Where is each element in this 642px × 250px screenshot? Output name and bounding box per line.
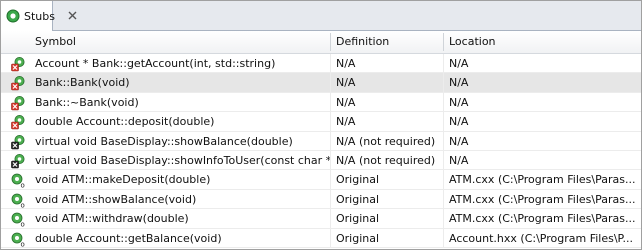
svg-text:o: o — [21, 221, 25, 228]
location-cell: Account.hxx (C:\Program Files\P... — [449, 231, 633, 245]
view-tab-bar: Stubs — [1, 1, 641, 31]
tab-label: Stubs — [24, 9, 55, 23]
column-gridline — [443, 189, 444, 209]
definition-cell: N/A — [336, 95, 356, 109]
definition-cell: Original — [336, 173, 380, 187]
stubs-table: Symbol Definition Location Account * Ban… — [1, 31, 641, 248]
table-row[interactable]: o void ATM::makeDeposit(double) Original AT… — [1, 170, 641, 190]
column-gridline — [443, 54, 444, 73]
symbol-cell: void ATM::makeDeposit(double) — [35, 173, 211, 187]
table-body: Account * Bank::getAccount(int, std::str… — [1, 54, 641, 248]
table-row[interactable]: Bank::Bank(void) N/A N/A — [1, 73, 641, 93]
symbol-cell: double Account::getBalance(void) — [35, 231, 222, 245]
symbol-cell: Account * Bank::getAccount(int, std::str… — [35, 57, 276, 70]
table-row[interactable]: virtual void BaseDisplay::showBalance(do… — [1, 131, 641, 151]
table-row[interactable]: o void ATM::showBalance(void) Original ATM.… — [1, 189, 641, 209]
symbol-cell: virtual void BaseDisplay::showInfoToUser… — [35, 153, 331, 167]
column-gridline — [330, 112, 331, 131]
location-cell: N/A — [449, 115, 469, 129]
stub-missing-icon — [10, 95, 26, 111]
table-header: Symbol Definition Location — [1, 31, 641, 54]
column-gridline — [330, 170, 331, 189]
tab-stubs[interactable]: Stubs — [1, 1, 55, 31]
column-gridline — [443, 209, 444, 228]
location-cell: N/A — [449, 57, 469, 70]
definition-cell: Original — [336, 212, 380, 226]
column-gridline — [330, 54, 331, 73]
symbol-cell: virtual void BaseDisplay::showBalance(do… — [35, 134, 293, 148]
svg-text:o: o — [21, 182, 25, 189]
location-cell: N/A — [449, 95, 469, 109]
column-gridline — [330, 228, 331, 247]
column-gridline — [330, 209, 331, 228]
stub-original-icon: o — [10, 192, 26, 209]
definition-cell: N/A — [336, 57, 356, 70]
location-cell: ATM.cxx (C:\Program Files\Paras... — [449, 173, 636, 187]
column-gridline — [443, 170, 444, 189]
definition-cell: N/A — [336, 115, 356, 129]
location-cell: N/A — [449, 76, 469, 90]
stub-original-icon: o — [10, 231, 26, 248]
definition-cell: Original — [336, 231, 380, 245]
location-cell: N/A — [449, 134, 469, 148]
column-gridline — [443, 73, 444, 92]
table-row[interactable]: Bank::~Bank(void) N/A N/A — [1, 92, 641, 113]
definition-cell: N/A (not required) — [336, 134, 436, 148]
location-cell: ATM.cxx (C:\Program Files\Paras... — [449, 192, 636, 206]
stub-original-icon: o — [10, 172, 26, 190]
table-row[interactable]: double Account::deposit(double) N/A N/A — [1, 112, 641, 132]
location-cell: ATM.cxx (C:\Program Files\Paras... — [449, 212, 636, 226]
column-header-symbol[interactable]: Symbol — [30, 31, 331, 53]
column-gridline — [443, 228, 444, 247]
column-gridline — [330, 131, 331, 150]
column-header-definition[interactable]: Definition — [331, 31, 444, 53]
table-row[interactable]: Account * Bank::getAccount(int, std::str… — [1, 54, 641, 74]
stubs-view: Stubs Symbol Definition Location Account… — [0, 0, 642, 250]
stub-not-required-icon — [10, 134, 26, 150]
column-header-location[interactable]: Location — [444, 31, 641, 53]
column-gridline — [443, 112, 444, 131]
symbol-cell: void ATM::showBalance(void) — [35, 192, 197, 206]
column-gridline — [330, 189, 331, 209]
table-row[interactable]: virtual void BaseDisplay::showInfoToUser… — [1, 150, 641, 171]
definition-cell: Original — [336, 192, 380, 206]
svg-text:o: o — [21, 240, 25, 247]
column-gridline — [443, 131, 444, 150]
stub-not-required-icon — [10, 153, 26, 169]
column-gridline — [330, 150, 331, 170]
table-row[interactable]: o void ATM::withdraw(double) Original ATM.c… — [1, 209, 641, 229]
location-cell: N/A — [449, 153, 469, 167]
symbol-cell: Bank::Bank(void) — [35, 76, 130, 90]
definition-cell: N/A (not required) — [336, 153, 436, 167]
stub-missing-icon — [10, 75, 26, 91]
column-gridline — [443, 92, 444, 112]
close-icon[interactable] — [67, 10, 78, 21]
column-gridline — [330, 73, 331, 92]
column-gridline — [443, 150, 444, 170]
table-row[interactable]: o double Account::getBalance(void) Origina… — [1, 228, 641, 248]
stubs-view-icon — [5, 8, 21, 24]
symbol-cell: double Account::deposit(double) — [35, 115, 215, 129]
column-gridline — [330, 92, 331, 112]
stub-missing-icon — [10, 114, 26, 130]
stub-original-icon: o — [10, 211, 26, 229]
symbol-cell: Bank::~Bank(void) — [35, 95, 139, 109]
definition-cell: N/A — [336, 76, 356, 90]
symbol-cell: void ATM::withdraw(double) — [35, 212, 189, 226]
stub-missing-icon — [10, 56, 26, 72]
svg-text:o: o — [21, 201, 25, 208]
